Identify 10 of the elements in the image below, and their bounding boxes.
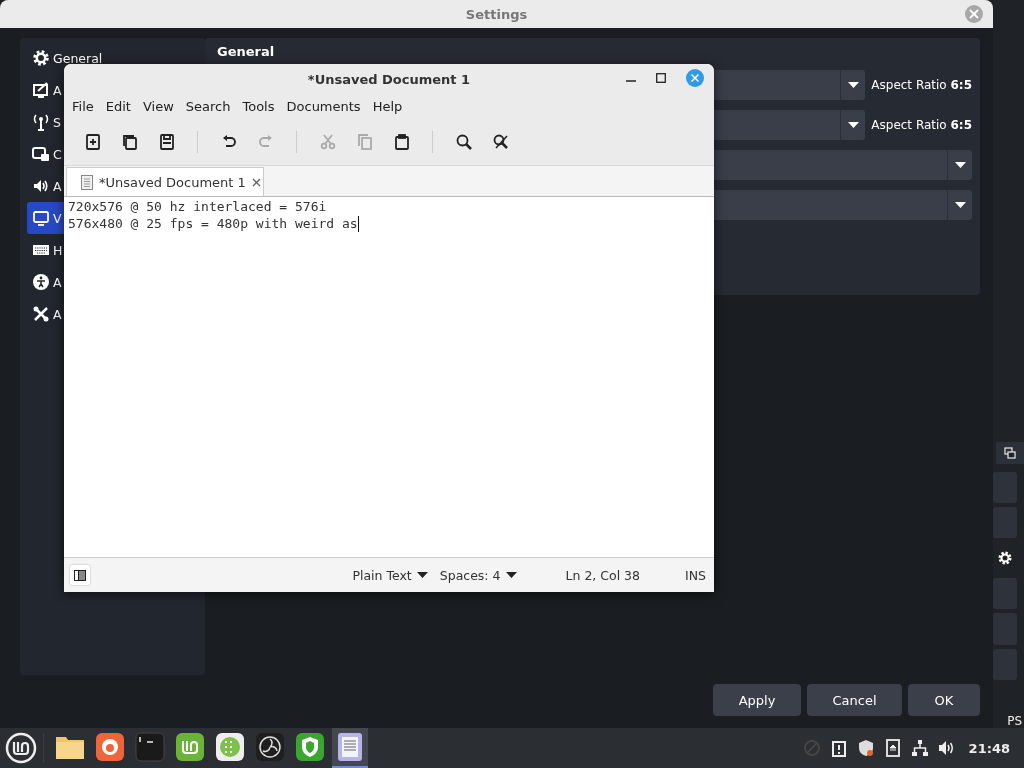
- status-text: PS: [1007, 714, 1022, 729]
- aspect-ratio-label: Aspect Ratio 6:5: [871, 117, 972, 133]
- window-title: Settings: [465, 6, 528, 22]
- insert-mode: INS: [685, 567, 706, 583]
- aspect-ratio-label: Aspect Ratio 6:5: [871, 77, 972, 93]
- window-title: *Unsaved Document 1: [307, 71, 471, 87]
- cursor-position: Ln 2, Col 38: [565, 567, 640, 583]
- text-line: 576x480 @ 25 fps = 480p with weird as: [68, 215, 358, 232]
- section-heading: General: [217, 44, 276, 60]
- text-line: 720x576 @ 50 hz interlaced = 576i: [68, 198, 327, 215]
